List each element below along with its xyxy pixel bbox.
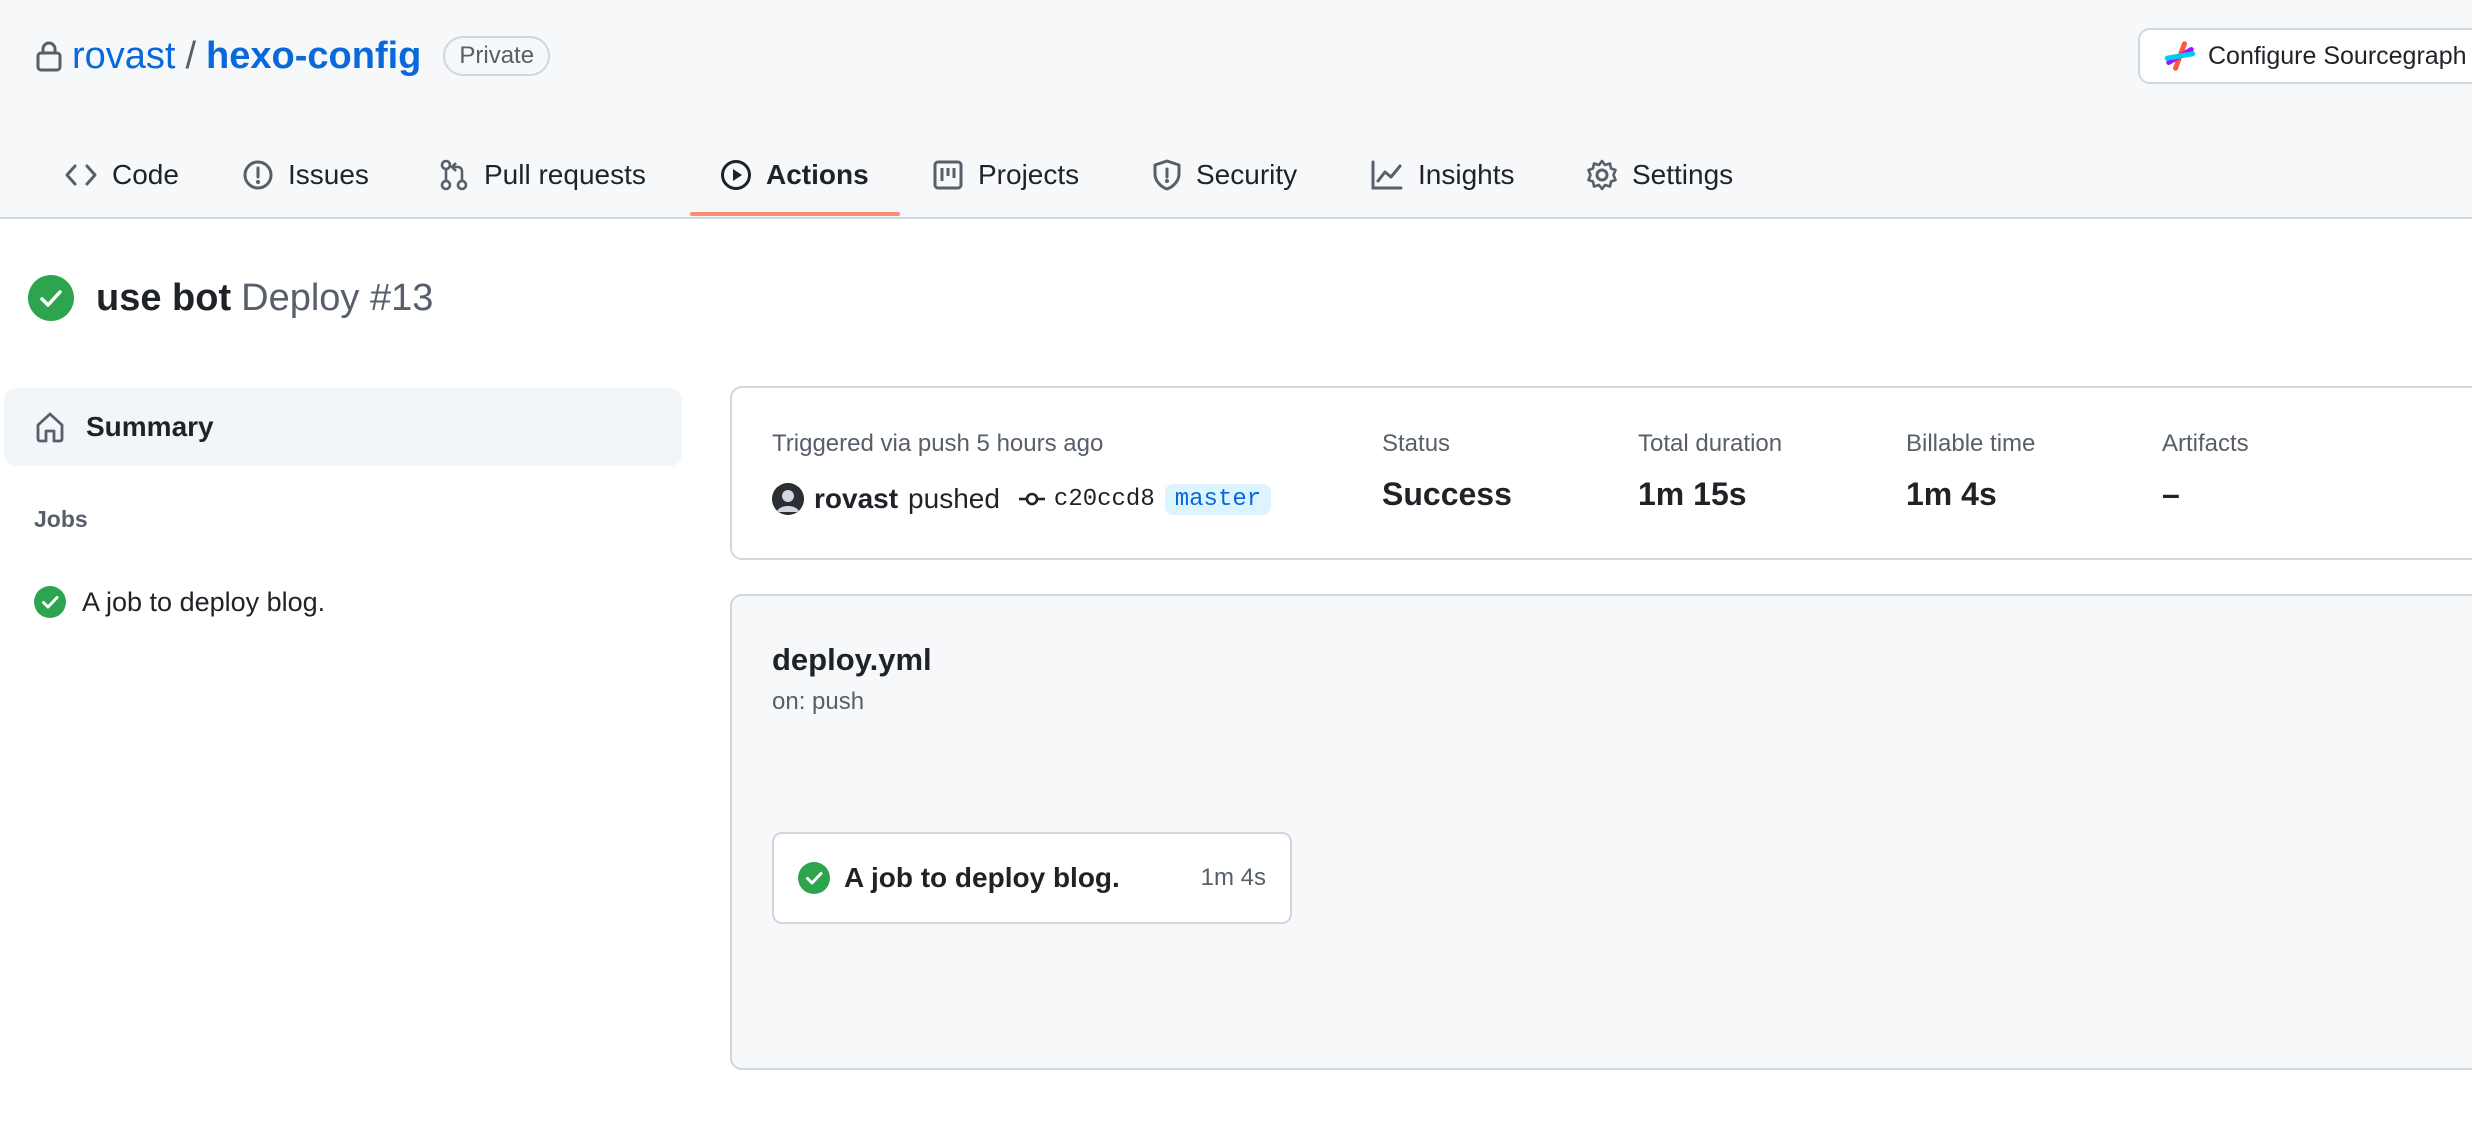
artifacts-label: Artifacts: [2162, 430, 2249, 457]
tab-insights[interactable]: Insights: [1370, 135, 1515, 215]
shield-icon: [1152, 159, 1182, 191]
actor-link[interactable]: rovast: [814, 483, 898, 515]
tab-issues[interactable]: Issues: [242, 135, 369, 215]
duration-label: Total duration: [1638, 430, 1783, 457]
status-value: Success: [1382, 476, 1512, 512]
lock-icon: [36, 40, 62, 72]
job-node-label: A job to deploy blog.: [844, 862, 1120, 893]
tab-insights-label: Insights: [1418, 159, 1515, 190]
play-icon: [720, 159, 752, 191]
tab-projects[interactable]: Projects: [932, 135, 1079, 215]
run-title: use bot Deploy #13: [28, 272, 433, 324]
job-node[interactable]: A job to deploy blog. 1m 4s: [772, 832, 1292, 924]
tab-security[interactable]: Security: [1152, 135, 1297, 215]
avatar[interactable]: [772, 483, 804, 515]
push-info: rovast pushed c20ccd8 master: [772, 478, 1272, 520]
graph-icon: [1370, 159, 1404, 191]
push-action: pushed: [908, 483, 1000, 514]
tab-pull-requests[interactable]: Pull requests: [438, 135, 646, 215]
configure-sourcegraph-label: Configure Sourcegraph: [2208, 41, 2467, 70]
tab-settings[interactable]: Settings: [1586, 135, 1733, 215]
repo-name-link[interactable]: hexo-config: [206, 35, 421, 78]
repo-title: rovast / hexo-config Private: [36, 30, 551, 82]
gear-icon: [1586, 159, 1618, 191]
run-summary-card: [730, 386, 2472, 560]
billable-label: Billable time: [1906, 430, 2036, 457]
check-circle-icon: [34, 586, 66, 618]
configure-sourcegraph-button[interactable]: Configure Sourcegraph: [2138, 28, 2472, 84]
job-node-duration: 1m 4s: [1200, 864, 1266, 891]
sidebar-job-label: A job to deploy blog.: [82, 586, 326, 617]
workflow-file-name[interactable]: deploy.yml: [772, 642, 932, 678]
tab-code-label: Code: [112, 159, 179, 190]
sourcegraph-logo-icon: [2164, 40, 2196, 72]
repo-separator: /: [185, 34, 197, 77]
home-icon: [34, 411, 66, 443]
active-tab-underline: [690, 212, 900, 216]
check-circle-icon: [798, 862, 830, 894]
tab-issues-label: Issues: [288, 159, 369, 190]
workflow-run-label: Deploy #13: [241, 276, 434, 319]
sidebar-job-item[interactable]: A job to deploy blog.: [34, 582, 325, 622]
commit-icon: [1018, 489, 1046, 509]
branch-badge[interactable]: master: [1164, 483, 1272, 515]
duration-value: 1m 15s: [1638, 476, 1747, 512]
pull-request-icon: [438, 159, 470, 191]
sidebar-summary-label: Summary: [86, 411, 214, 442]
tab-pull-requests-label: Pull requests: [484, 159, 646, 190]
status-label: Status: [1382, 430, 1451, 457]
sidebar-item-summary[interactable]: Summary: [4, 388, 682, 466]
commit-sha-label: c20ccd8: [1053, 485, 1155, 513]
tab-actions-label: Actions: [766, 159, 869, 190]
issue-icon: [242, 159, 274, 191]
code-icon: [64, 160, 98, 190]
visibility-badge: Private: [443, 36, 551, 76]
tab-code[interactable]: Code: [64, 135, 179, 215]
workflow-trigger: on: push: [772, 688, 865, 715]
trigger-text: Triggered via push 5 hours ago: [772, 430, 1104, 457]
commit-sha[interactable]: c20ccd8: [1018, 486, 1155, 513]
tab-security-label: Security: [1196, 159, 1298, 190]
tab-settings-label: Settings: [1632, 159, 1734, 190]
repo-owner-link[interactable]: rovast: [72, 35, 175, 78]
artifacts-value: –: [2162, 476, 2180, 512]
tab-actions[interactable]: Actions: [720, 135, 869, 215]
check-circle-icon: [28, 275, 74, 321]
jobs-heading: Jobs: [34, 506, 88, 532]
project-icon: [932, 159, 964, 191]
commit-message: use bot: [96, 276, 232, 319]
billable-value: 1m 4s: [1906, 476, 1997, 512]
tab-projects-label: Projects: [978, 159, 1080, 190]
